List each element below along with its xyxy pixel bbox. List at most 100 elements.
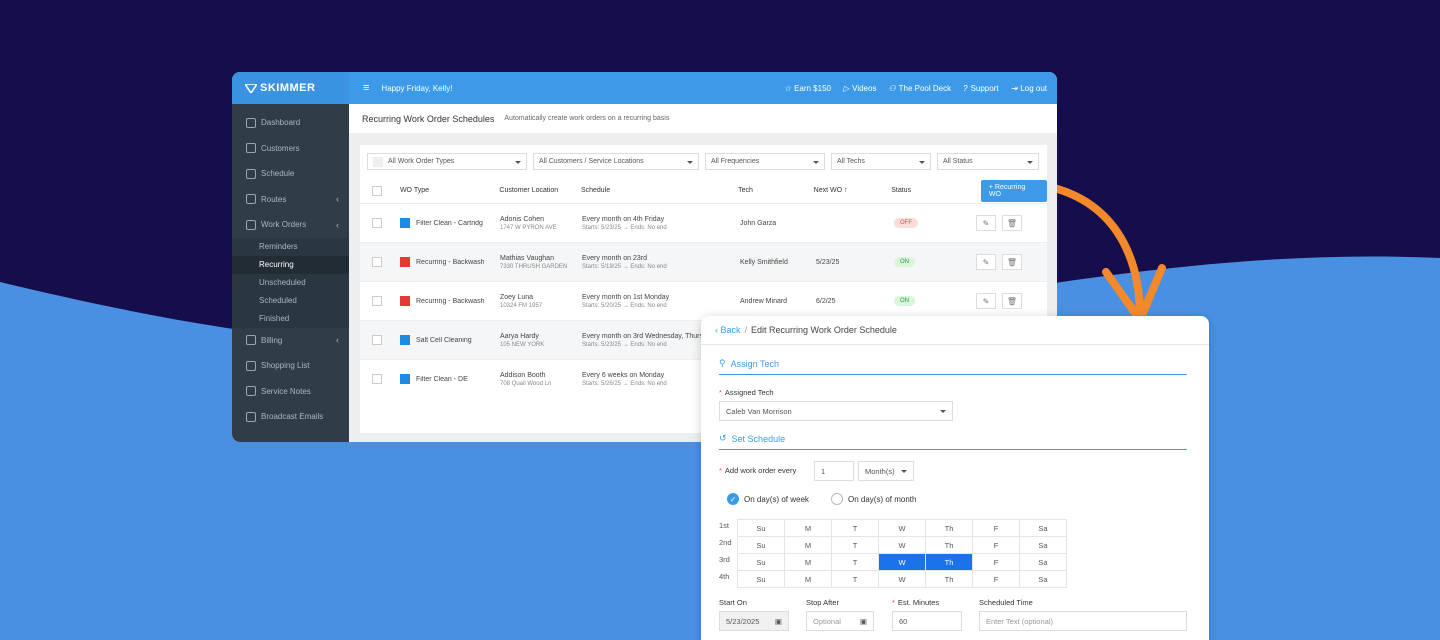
support-link[interactable]: ? Support xyxy=(963,84,998,93)
day-cell[interactable]: Th xyxy=(925,536,973,554)
scheduled-time-input[interactable]: Enter Text (optional) xyxy=(979,611,1187,631)
day-cell[interactable]: Th xyxy=(925,553,973,571)
sidebar-sub-scheduled[interactable]: Scheduled xyxy=(232,291,349,310)
sidebar-item-shopping-list[interactable]: Shopping List xyxy=(232,353,349,379)
sidebar-sub-unscheduled[interactable]: Unscheduled xyxy=(232,273,349,292)
every-input[interactable]: 1 xyxy=(814,461,854,481)
col-next-wo[interactable]: Next WO ↑ xyxy=(814,187,892,194)
status-badge[interactable]: ON xyxy=(894,257,915,267)
day-cell[interactable]: Su xyxy=(737,570,785,588)
day-cell[interactable]: F xyxy=(972,553,1020,571)
row-checkbox[interactable] xyxy=(372,335,382,345)
customer-name[interactable]: Aarya Hardy xyxy=(500,333,582,340)
page-title: Recurring Work Order Schedules xyxy=(362,113,495,124)
day-cell[interactable]: T xyxy=(831,536,879,554)
customer-name[interactable]: Adonis Cohen xyxy=(500,216,582,223)
day-cell[interactable]: T xyxy=(831,570,879,588)
table-row[interactable]: Recurring - Backwash Mathias Vaughan 7330… xyxy=(360,242,1047,281)
day-cell[interactable]: M xyxy=(784,553,832,571)
col-status[interactable]: Status xyxy=(891,187,951,194)
logo[interactable]: SKIMMER xyxy=(232,72,349,104)
filter-customers[interactable]: All Customers / Service Locations xyxy=(533,153,699,170)
row-checkbox[interactable] xyxy=(372,218,382,228)
edit-button[interactable]: ✎ xyxy=(976,254,996,270)
sidebar-sub-finished[interactable]: Finished xyxy=(232,309,349,328)
day-cell[interactable]: Su xyxy=(737,553,785,571)
customer-name[interactable]: Zoey Luna xyxy=(500,294,582,301)
row-checkbox[interactable] xyxy=(372,257,382,267)
customer-name[interactable]: Mathias Vaughan xyxy=(500,255,582,262)
delete-button[interactable]: 🗑 xyxy=(1002,254,1022,270)
status-badge[interactable]: ON xyxy=(894,296,915,306)
col-schedule[interactable]: Schedule xyxy=(581,187,738,194)
filter-status[interactable]: All Status xyxy=(937,153,1039,170)
day-cell[interactable]: M xyxy=(784,570,832,588)
col-tech[interactable]: Tech xyxy=(738,187,814,194)
day-cell[interactable]: Su xyxy=(737,519,785,537)
logout-link[interactable]: ⇥ Log out xyxy=(1011,84,1047,93)
edit-button[interactable]: ✎ xyxy=(976,293,996,309)
day-cell[interactable]: Sa xyxy=(1019,570,1067,588)
day-cell[interactable]: Su xyxy=(737,536,785,554)
radio-day-of-week[interactable]: ✓ On day(s) of week xyxy=(727,493,809,505)
delete-button[interactable]: 🗑 xyxy=(1002,293,1022,309)
day-cell[interactable]: W xyxy=(878,519,926,537)
day-cell[interactable]: M xyxy=(784,536,832,554)
sidebar: Dashboard Customers Schedule Routes ‹ Wor… xyxy=(232,104,349,442)
row-checkbox[interactable] xyxy=(372,374,382,384)
select-all-checkbox[interactable] xyxy=(372,185,382,196)
day-cell[interactable]: F xyxy=(972,519,1020,537)
row-checkbox[interactable] xyxy=(372,296,382,306)
start-on-input[interactable]: 5/23/2025 ▣ xyxy=(719,611,789,631)
col-customer-location[interactable]: Customer Location xyxy=(499,187,581,194)
day-cell[interactable]: Sa xyxy=(1019,519,1067,537)
add-recurring-wo-button[interactable]: + Recurring WO xyxy=(980,179,1047,202)
day-cell[interactable]: F xyxy=(972,570,1020,588)
back-link[interactable]: ‹ Back xyxy=(715,325,741,335)
table-row[interactable]: Recurring - Backwash Zoey Luna 10324 FM 1… xyxy=(360,281,1047,320)
wo-type-cell: Salt Cell Cleaning xyxy=(400,335,500,345)
status-badge[interactable]: OFF xyxy=(894,218,918,228)
stop-after-input[interactable]: Optional ▣ xyxy=(806,611,874,631)
radio-day-of-month[interactable]: On day(s) of month xyxy=(831,493,916,505)
sidebar-label: Routes xyxy=(261,194,287,204)
day-cell[interactable]: F xyxy=(972,536,1020,554)
table-row[interactable]: Filter Clean - Cartridg Adonis Cohen 1747… xyxy=(360,203,1047,242)
unit-select[interactable]: Month(s) xyxy=(858,461,914,481)
day-cell[interactable]: W xyxy=(878,570,926,588)
pool-deck-link[interactable]: ⚇ The Pool Deck xyxy=(888,84,951,93)
sidebar-item-customers[interactable]: Customers xyxy=(232,136,349,162)
delete-button[interactable]: 🗑 xyxy=(1002,215,1022,231)
sidebar-sub-recurring[interactable]: Recurring xyxy=(232,255,349,274)
sidebar-item-billing[interactable]: Billing ‹ xyxy=(232,328,349,354)
day-cell[interactable]: T xyxy=(831,519,879,537)
day-cell[interactable]: W xyxy=(878,553,926,571)
edit-schedule-modal: ‹ Back / Edit Recurring Work Order Sched… xyxy=(701,316,1209,640)
sidebar-item-dashboard[interactable]: Dashboard xyxy=(232,110,349,136)
sidebar-item-schedule[interactable]: Schedule xyxy=(232,161,349,187)
edit-button[interactable]: ✎ xyxy=(976,215,996,231)
day-cell[interactable]: T xyxy=(831,553,879,571)
est-minutes-input[interactable]: 60 xyxy=(892,611,962,631)
sidebar-sub-reminders[interactable]: Reminders xyxy=(232,237,349,256)
day-cell[interactable]: M xyxy=(784,519,832,537)
customer-name[interactable]: Addison Booth xyxy=(500,372,582,379)
filter-techs[interactable]: All Techs xyxy=(831,153,931,170)
sidebar-item-broadcast-emails[interactable]: Broadcast Emails xyxy=(232,404,349,430)
hamburger-icon[interactable]: ≡ xyxy=(363,82,369,94)
filter-frequencies[interactable]: All Frequencies xyxy=(705,153,825,170)
day-cell[interactable]: Th xyxy=(925,570,973,588)
col-wo-type[interactable]: WO Type xyxy=(400,187,499,194)
sidebar-item-work-orders[interactable]: Work Orders ‹ xyxy=(232,212,349,238)
day-cell[interactable]: Th xyxy=(925,519,973,537)
label-text: Add work order every xyxy=(724,466,797,475)
sidebar-item-routes[interactable]: Routes ‹ xyxy=(232,187,349,213)
day-cell[interactable]: Sa xyxy=(1019,553,1067,571)
day-cell[interactable]: Sa xyxy=(1019,536,1067,554)
videos-link[interactable]: ▷ Videos xyxy=(843,84,876,93)
sidebar-item-service-notes[interactable]: Service Notes xyxy=(232,379,349,405)
day-cell[interactable]: W xyxy=(878,536,926,554)
earn-link[interactable]: ☆ Earn $150 xyxy=(784,84,831,93)
filter-wo-types[interactable]: All Work Order Types xyxy=(367,153,527,170)
assigned-tech-select[interactable]: Caleb Van Morrison xyxy=(719,401,953,421)
